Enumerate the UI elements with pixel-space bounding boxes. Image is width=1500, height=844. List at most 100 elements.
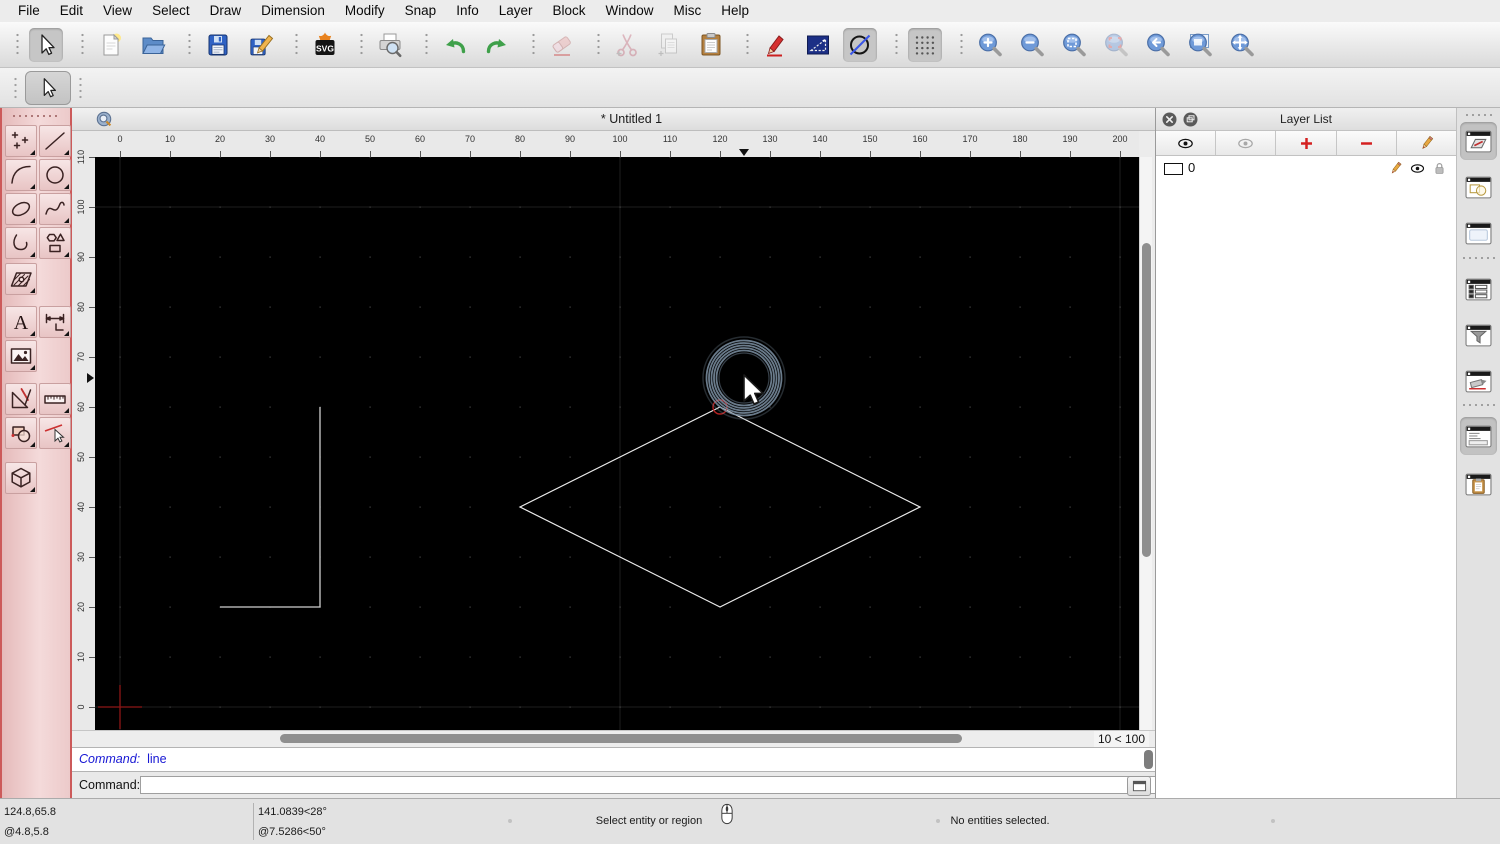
tool-line-button[interactable] bbox=[39, 125, 71, 157]
menu-window[interactable]: Window bbox=[596, 0, 664, 22]
layer-color-swatch[interactable] bbox=[1164, 163, 1183, 175]
menu-help[interactable]: Help bbox=[711, 0, 759, 22]
menu-layer[interactable]: Layer bbox=[489, 0, 543, 22]
menu-select[interactable]: Select bbox=[142, 0, 200, 22]
select-button[interactable] bbox=[29, 27, 63, 62]
paste-button[interactable] bbox=[694, 28, 728, 62]
toggle-grid-button[interactable] bbox=[908, 27, 942, 62]
dock-library-browser-toggle[interactable] bbox=[1460, 270, 1497, 308]
export-svg-button[interactable]: SVG bbox=[308, 28, 342, 62]
menu-draw[interactable]: Draw bbox=[200, 0, 252, 22]
select-arrow-icon bbox=[32, 31, 60, 59]
menu-view[interactable]: View bbox=[93, 0, 142, 22]
layer-row[interactable]: 0 bbox=[1156, 158, 1456, 179]
restrict-nothing-button[interactable] bbox=[843, 27, 877, 62]
vertical-scroll-thumb[interactable] bbox=[1142, 243, 1151, 557]
command-history-scrollbar[interactable] bbox=[1144, 750, 1153, 769]
tool-points-button[interactable] bbox=[5, 125, 37, 157]
toolbar-drag-handle[interactable] bbox=[76, 75, 85, 100]
zoom-window-icon bbox=[1186, 31, 1214, 59]
vruler-label: 70 bbox=[76, 352, 86, 363]
canvas-horizontal-scrollbar[interactable] bbox=[95, 731, 1085, 747]
status-bar: 124.8,65.8 @4.8,5.8 141.0839<28° @7.5286… bbox=[0, 798, 1500, 844]
command-history-value: line bbox=[147, 752, 167, 766]
menu-dimension[interactable]: Dimension bbox=[251, 0, 335, 22]
tool-polyline-button[interactable] bbox=[5, 227, 37, 259]
redo-button[interactable] bbox=[480, 28, 514, 62]
command-options-button[interactable] bbox=[1127, 776, 1151, 796]
tool-cad-tools-button[interactable] bbox=[5, 383, 37, 415]
menu-modify[interactable]: Modify bbox=[335, 0, 395, 22]
dock-pen-icon bbox=[1465, 368, 1492, 395]
dock-block-list-toggle[interactable] bbox=[1460, 168, 1497, 206]
vruler-label: 40 bbox=[76, 502, 86, 513]
menu-snap[interactable]: Snap bbox=[395, 0, 447, 22]
new-drawing-button[interactable] bbox=[94, 28, 128, 62]
zoom-auto-button[interactable] bbox=[1057, 28, 1091, 62]
edit-entity-button[interactable] bbox=[759, 28, 793, 62]
hruler-label: 160 bbox=[912, 134, 928, 144]
menu-misc[interactable]: Misc bbox=[664, 0, 712, 22]
dock-command-line-toggle[interactable] bbox=[1460, 417, 1497, 455]
modify-layer-button[interactable] bbox=[1396, 131, 1457, 155]
tool-measure-button[interactable] bbox=[39, 383, 71, 415]
dock-clipboard-toggle[interactable] bbox=[1460, 465, 1497, 503]
menu-info[interactable]: Info bbox=[446, 0, 489, 22]
tool-polygon-button[interactable] bbox=[39, 227, 71, 259]
tool-hatch-button[interactable] bbox=[5, 263, 37, 295]
tool-arc-button[interactable] bbox=[5, 159, 37, 191]
tool-spline-button[interactable] bbox=[39, 193, 71, 225]
dock-layer-list-toggle[interactable] bbox=[1460, 122, 1497, 160]
zoom-in-button[interactable] bbox=[973, 28, 1007, 62]
save-button[interactable] bbox=[201, 28, 235, 62]
menu-block[interactable]: Block bbox=[543, 0, 596, 22]
previous-view-button[interactable] bbox=[1141, 28, 1175, 62]
tool-image-button[interactable] bbox=[5, 340, 37, 372]
close-panel-button[interactable] bbox=[1162, 112, 1177, 127]
toolbar-drag-handle[interactable] bbox=[11, 75, 20, 100]
dock-pen-wizard-toggle[interactable] bbox=[1460, 362, 1497, 400]
tool-blocks-button[interactable] bbox=[5, 417, 37, 449]
save-as-button[interactable] bbox=[243, 28, 277, 62]
spline-icon bbox=[42, 196, 68, 222]
zoom-out-button[interactable] bbox=[1015, 28, 1049, 62]
menu-edit[interactable]: Edit bbox=[50, 0, 93, 22]
palette-drag-handle[interactable] bbox=[11, 114, 61, 118]
canvas-vertical-scrollbar[interactable] bbox=[1139, 157, 1152, 730]
menu-file[interactable]: File bbox=[8, 0, 50, 22]
print-preview-button[interactable] bbox=[373, 28, 407, 62]
add-layer-button[interactable] bbox=[1276, 131, 1337, 155]
selection-pointer-button[interactable] bbox=[25, 70, 71, 105]
command-input[interactable] bbox=[140, 776, 1192, 794]
new-document-icon bbox=[97, 31, 125, 59]
horizontal-scroll-thumb[interactable] bbox=[280, 734, 962, 743]
float-panel-button[interactable] bbox=[1183, 112, 1198, 127]
hruler-label: 40 bbox=[314, 134, 325, 144]
layer-lock-icon[interactable] bbox=[1431, 160, 1448, 177]
pencil-icon bbox=[1417, 134, 1436, 153]
tool-circle-button[interactable] bbox=[39, 159, 71, 191]
zoom-pan-button[interactable] bbox=[1225, 28, 1259, 62]
toolbar-drag-handle[interactable] bbox=[13, 31, 22, 58]
tool-text-button[interactable]: A bbox=[5, 306, 37, 338]
zoom-window-button[interactable] bbox=[1183, 28, 1217, 62]
show-all-layers-button[interactable] bbox=[1156, 131, 1217, 155]
tool-ellipse-button[interactable] bbox=[5, 193, 37, 225]
dock-drag-handle[interactable] bbox=[1464, 113, 1493, 117]
open-drawing-button[interactable] bbox=[136, 28, 170, 62]
angle-restriction-button[interactable] bbox=[801, 28, 835, 62]
tool-select-entity-button[interactable] bbox=[39, 417, 71, 449]
dock-selection-filter-toggle[interactable] bbox=[1460, 316, 1497, 354]
remove-layer-button[interactable] bbox=[1336, 131, 1397, 155]
cut-scissors-icon bbox=[613, 31, 641, 59]
layer-edit-icon[interactable] bbox=[1387, 160, 1404, 177]
polyline-icon bbox=[8, 230, 34, 256]
dock-entity-info-toggle[interactable] bbox=[1460, 214, 1497, 252]
tool-solid-button[interactable] bbox=[5, 462, 37, 494]
hruler-label: 10 bbox=[164, 134, 175, 144]
layer-visibility-icon[interactable] bbox=[1409, 160, 1426, 177]
tool-dimension-button[interactable] bbox=[39, 306, 71, 338]
hide-all-layers-button[interactable] bbox=[1216, 131, 1277, 155]
undo-button[interactable] bbox=[438, 28, 472, 62]
drawing-canvas[interactable] bbox=[95, 156, 1139, 730]
